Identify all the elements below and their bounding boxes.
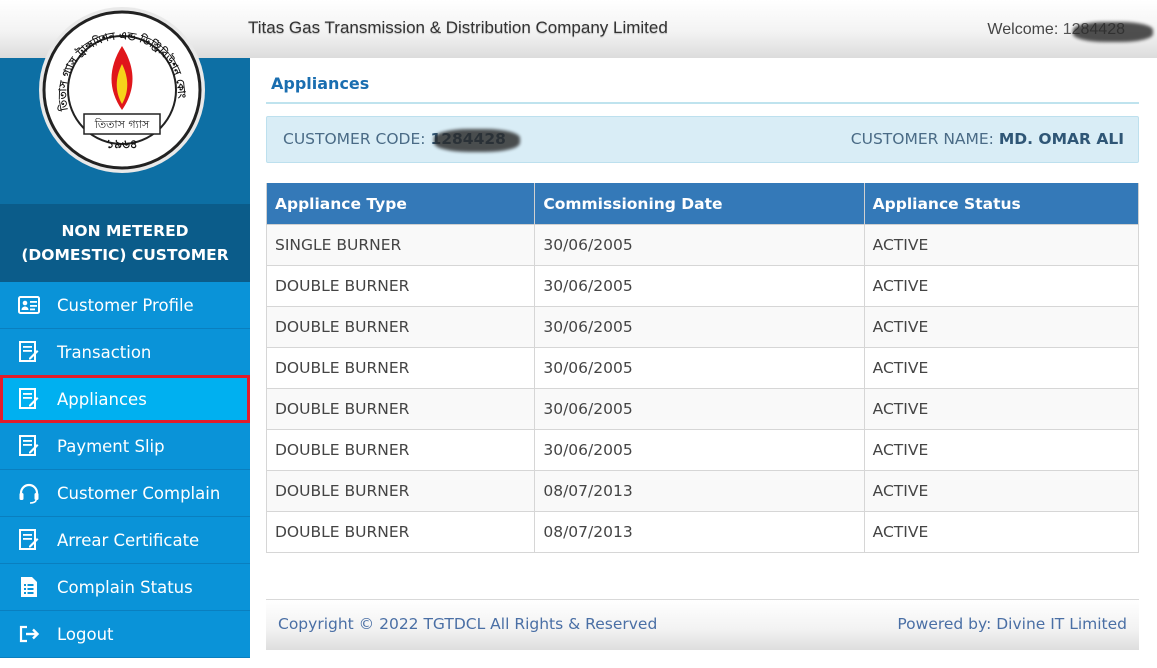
table-row: DOUBLE BURNER 08/07/2013 ACTIVE: [265, 511, 1140, 553]
sidebar-item-logout[interactable]: Logout: [0, 611, 250, 658]
logo-plaque-text: তিতাস গ্যাস: [94, 118, 150, 131]
customer-code-label: CUSTOMER CODE:: [283, 130, 431, 148]
titas-gas-logo: তিতাস গ্যাস ট্রান্সমিশন এন্ড ডিস্ট্রিবিউ…: [38, 6, 205, 173]
logo-year-text: ১৯৬৪: [106, 137, 137, 151]
sidebar-item-label: Payment Slip: [57, 436, 165, 456]
logo-area: তিতাস গ্যাস ট্রান্সমিশন এন্ড ডিস্ট্রিবিউ…: [0, 6, 250, 204]
sidebar-item-arrear-certificate[interactable]: Arrear Certificate: [0, 517, 250, 564]
appliance-status-cell: ACTIVE: [863, 224, 1140, 266]
appliance-status-cell: ACTIVE: [863, 306, 1140, 348]
customer-type-label: NON METERED (DOMESTIC) CUSTOMER: [21, 222, 229, 264]
sidebar-item-transaction[interactable]: Transaction: [0, 329, 250, 376]
customer-type-banner: NON METERED (DOMESTIC) CUSTOMER: [0, 204, 250, 282]
customer-name-value: MD. OMAR ALI: [998, 130, 1124, 148]
commissioning-date-cell: 30/06/2005: [534, 429, 865, 471]
sidebar-nav: Customer Profile Transaction Appliances …: [0, 282, 250, 658]
company-title: Titas Gas Transmission & Distribution Co…: [248, 18, 668, 37]
appliance-status-cell: ACTIVE: [863, 470, 1140, 512]
appliance-status-cell: ACTIVE: [863, 347, 1140, 389]
appliance-status-cell: ACTIVE: [863, 388, 1140, 430]
sidebar-item-label: Customer Complain: [57, 483, 221, 503]
copyright-text: Copyright © 2022 TGTDCL All Rights & Res…: [278, 615, 658, 633]
appliance-status-cell: ACTIVE: [863, 265, 1140, 307]
welcome-label: Welcome:: [987, 21, 1063, 38]
redaction-mark: [434, 129, 521, 152]
commissioning-date-cell: 30/06/2005: [534, 388, 865, 430]
column-header-commissioning-date: Commissioning Date: [534, 183, 865, 225]
appliance-type-cell: DOUBLE BURNER: [265, 511, 536, 553]
appliance-type-cell: DOUBLE BURNER: [265, 388, 536, 430]
table-row: DOUBLE BURNER 30/06/2005 ACTIVE: [265, 388, 1140, 430]
table-header-row: Appliance Type Commissioning Date Applia…: [265, 183, 1140, 225]
sidebar-item-label: Arrear Certificate: [57, 530, 200, 550]
edit-document-icon: [18, 388, 40, 410]
redaction-mark: [1072, 22, 1153, 42]
sidebar-item-customer-profile[interactable]: Customer Profile: [0, 282, 250, 329]
customer-name-label: CUSTOMER NAME:: [850, 130, 999, 148]
commissioning-date-cell: 30/06/2005: [534, 347, 865, 389]
table-row: DOUBLE BURNER 30/06/2005 ACTIVE: [265, 429, 1140, 471]
commissioning-date-cell: 30/06/2005: [534, 265, 865, 307]
sidebar-item-label: Transaction: [57, 342, 152, 362]
sidebar-item-label: Logout: [57, 624, 114, 644]
id-card-icon: [18, 294, 40, 316]
column-header-appliance-type: Appliance Type: [265, 183, 536, 225]
appliance-status-cell: ACTIVE: [863, 429, 1140, 471]
commissioning-date-cell: 08/07/2013: [534, 470, 865, 512]
commissioning-date-cell: 30/06/2005: [534, 306, 865, 348]
appliance-type-cell: DOUBLE BURNER: [265, 470, 536, 512]
commissioning-date-cell: 08/07/2013: [534, 511, 865, 553]
appliance-type-cell: SINGLE BURNER: [265, 224, 536, 266]
table-row: DOUBLE BURNER 30/06/2005 ACTIVE: [265, 347, 1140, 389]
table-row: SINGLE BURNER 30/06/2005 ACTIVE: [265, 224, 1140, 266]
headset-icon: [18, 482, 40, 504]
table-row: DOUBLE BURNER 08/07/2013 ACTIVE: [265, 470, 1140, 512]
sidebar-item-complain-status[interactable]: Complain Status: [0, 564, 250, 611]
edit-document-icon: [18, 435, 40, 457]
powered-by-text: Powered by: Divine IT Limited: [897, 615, 1127, 633]
appliances-table: Appliance Type Commissioning Date Applia…: [265, 183, 1140, 553]
appliance-type-cell: DOUBLE BURNER: [265, 265, 536, 307]
commissioning-date-cell: 30/06/2005: [534, 224, 865, 266]
edit-document-icon: [18, 529, 40, 551]
edit-document-icon: [18, 341, 40, 363]
table-row: DOUBLE BURNER 30/06/2005 ACTIVE: [265, 306, 1140, 348]
appliance-status-cell: ACTIVE: [863, 511, 1140, 553]
appliance-type-cell: DOUBLE BURNER: [265, 347, 536, 389]
sidebar-item-appliances[interactable]: Appliances: [0, 375, 250, 423]
sidebar: তিতাস গ্যাস ট্রান্সমিশন এন্ড ডিস্ট্রিবিউ…: [0, 6, 250, 658]
footer: Copyright © 2022 TGTDCL All Rights & Res…: [266, 599, 1139, 650]
list-document-icon: [18, 576, 40, 598]
customer-code: CUSTOMER CODE: 1284428: [283, 129, 521, 152]
sidebar-item-label: Complain Status: [57, 577, 193, 597]
welcome-text: Welcome: 1284428: [987, 21, 1153, 42]
sidebar-item-payment-slip[interactable]: Payment Slip: [0, 423, 250, 470]
customer-info-panel: CUSTOMER CODE: 1284428 CUSTOMER NAME: MD…: [266, 116, 1139, 163]
customer-name: CUSTOMER NAME: MD. OMAR ALI: [851, 130, 1124, 148]
column-header-appliance-status: Appliance Status: [863, 183, 1140, 225]
page-title: Appliances: [271, 74, 370, 93]
title-divider: [266, 102, 1139, 104]
appliance-type-cell: DOUBLE BURNER: [265, 429, 536, 471]
sidebar-item-customer-complain[interactable]: Customer Complain: [0, 470, 250, 517]
table-row: DOUBLE BURNER 30/06/2005 ACTIVE: [265, 265, 1140, 307]
appliance-type-cell: DOUBLE BURNER: [265, 306, 536, 348]
logout-icon: [18, 623, 40, 645]
sidebar-item-label: Appliances: [57, 389, 147, 409]
sidebar-item-label: Customer Profile: [57, 295, 194, 315]
